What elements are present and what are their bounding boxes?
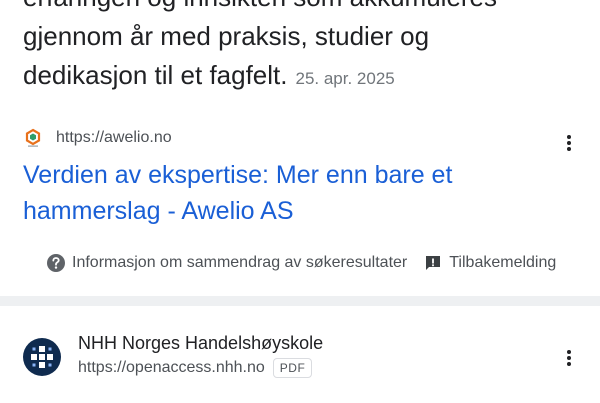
snippet-line: gjennom år med praksis, studier og bbox=[23, 21, 430, 51]
feedback-icon bbox=[423, 253, 443, 273]
source-url: https://awelio.no bbox=[56, 129, 172, 146]
snippet-date: 25. apr. 2025 bbox=[295, 69, 395, 88]
snippet-line: erfaringen og innsikten som akkumuleres bbox=[23, 0, 583, 17]
result-title-link[interactable]: Verdien av ekspertise: Mer enn bare et h… bbox=[23, 157, 583, 229]
snippet-line-text: dedikasjon til et fagfelt. bbox=[23, 60, 288, 90]
snippet-line: dedikasjon til et fagfelt. 25. apr. 2025 bbox=[23, 56, 583, 98]
result-snippet: erfaringen og innsikten som akkumuleres … bbox=[23, 0, 583, 98]
source-url: https://openaccess.nhh.no bbox=[78, 359, 265, 376]
summary-info-button[interactable]: Informasjon om sammendrag av søkeresulta… bbox=[46, 253, 407, 273]
result-site-name[interactable]: NHH Norges Handelshøyskole bbox=[78, 333, 323, 354]
feedback-label: Tilbakemelding bbox=[449, 254, 557, 271]
result-footer: Informasjon om sammendrag av søkeresulta… bbox=[46, 251, 580, 275]
feedback-button[interactable]: Tilbakemelding bbox=[423, 253, 556, 273]
result-title-line: Verdien av ekspertise: Mer enn bare et bbox=[23, 161, 453, 189]
nhh-logo-icon[interactable] bbox=[23, 338, 61, 376]
awelio-logo-icon bbox=[23, 128, 43, 148]
result-title-line: hammerslag - Awelio AS bbox=[23, 197, 294, 225]
summary-info-label: Informasjon om sammendrag av søkeresulta… bbox=[72, 254, 408, 271]
more-options-icon[interactable] bbox=[557, 131, 581, 155]
result-source[interactable]: https://openaccess.nhh.no PDF bbox=[78, 358, 313, 378]
more-options-icon[interactable] bbox=[557, 346, 581, 370]
search-results-page: erfaringen og innsikten som akkumuleres … bbox=[0, 0, 600, 403]
results-divider bbox=[0, 296, 600, 306]
pdf-badge: PDF bbox=[272, 358, 313, 378]
result-source[interactable]: https://awelio.no bbox=[23, 126, 172, 150]
help-circle-icon bbox=[46, 253, 66, 273]
